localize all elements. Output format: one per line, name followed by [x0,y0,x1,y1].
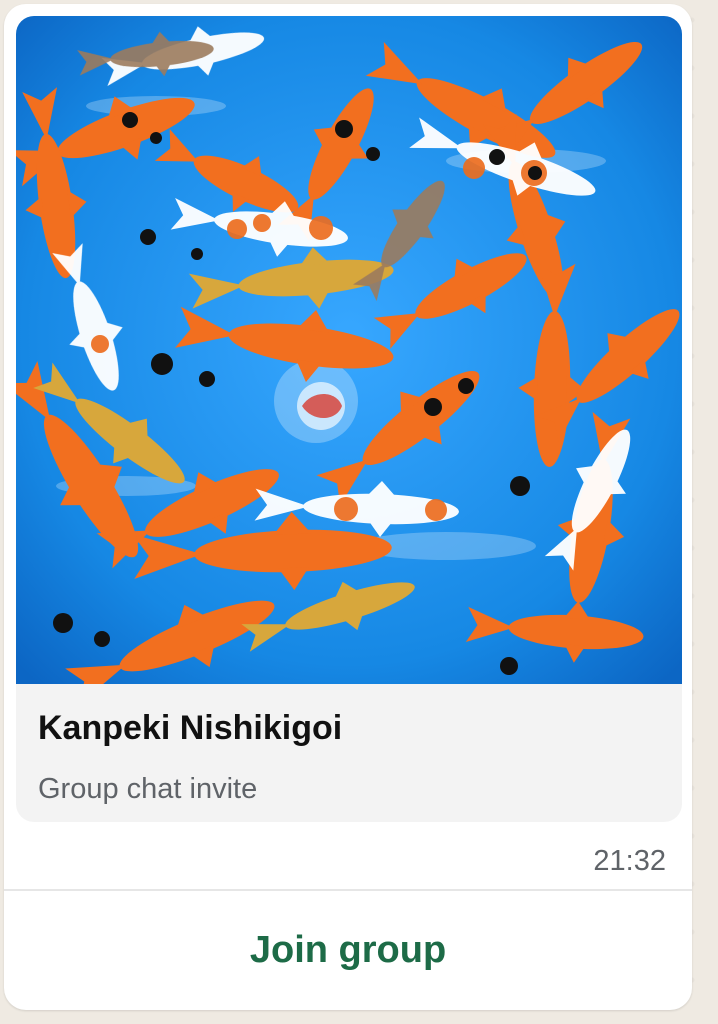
message-timestamp: 21:32 [593,845,666,877]
group-name: Kanpeki Nishikigoi [38,709,343,747]
join-group-button[interactable]: Join group [4,891,692,1010]
group-photo-koi-fish[interactable] [16,16,682,684]
group-invite-message: Kanpeki Nishikigoi Group chat invite 21:… [4,4,692,1010]
group-chat-invite-label: Group chat invite [38,773,258,805]
group-invite-card[interactable]: Kanpeki Nishikigoi Group chat invite [16,16,682,822]
